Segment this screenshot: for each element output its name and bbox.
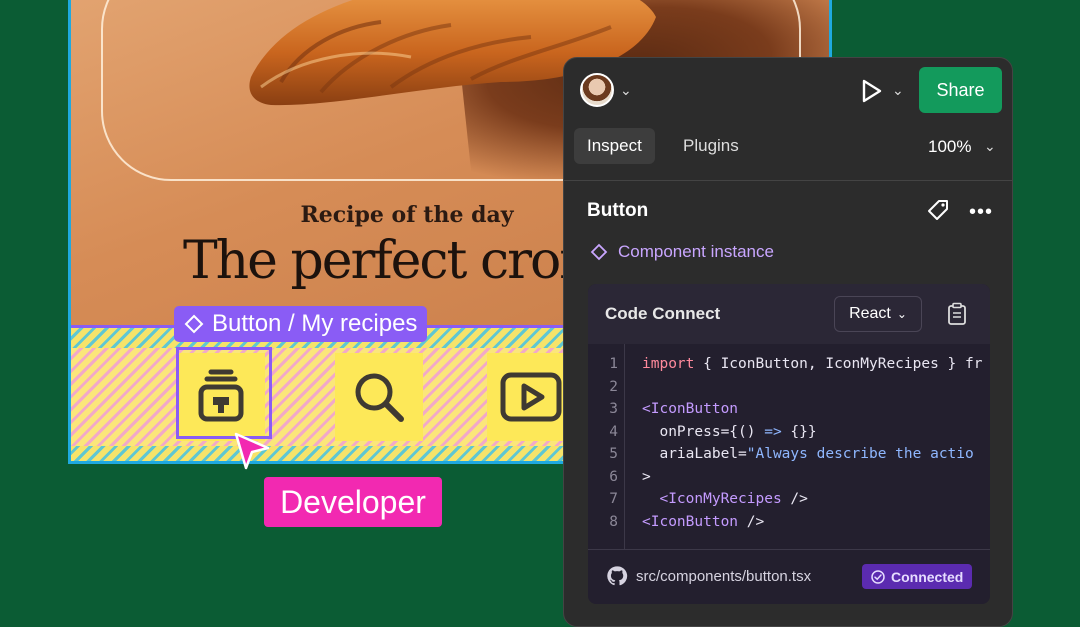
code-line: onPress={() => {}} xyxy=(642,423,817,440)
play-icon xyxy=(500,372,562,422)
line-number: 4 xyxy=(609,423,618,440)
search-button[interactable] xyxy=(335,353,423,441)
tab-inspect[interactable]: Inspect xyxy=(574,128,655,164)
source-file-path[interactable]: src/components/button.tsx xyxy=(636,568,811,585)
code-line: import { IconButton, IconMyRecipes } fr xyxy=(642,356,983,372)
line-number: 5 xyxy=(609,446,618,462)
github-icon xyxy=(607,566,628,586)
connected-status-text: Connected xyxy=(891,568,964,585)
collaborator-tag: Developer xyxy=(264,477,442,527)
framework-select-value: React xyxy=(849,305,891,322)
line-number: 1 xyxy=(609,356,618,372)
line-number: 8 xyxy=(609,513,618,530)
chevron-down-icon[interactable]: ⌄ xyxy=(620,82,632,99)
tag-icon[interactable] xyxy=(926,198,950,222)
code-line: ariaLabel="Always describe the actio xyxy=(642,446,974,462)
present-play-icon[interactable] xyxy=(856,76,886,106)
line-number: 7 xyxy=(609,491,618,507)
selected-element-title: Button xyxy=(587,200,649,221)
search-icon xyxy=(355,373,404,422)
selection-label-text: Button / My recipes xyxy=(212,310,418,337)
component-instance-label[interactable]: Component instance xyxy=(590,242,774,262)
avatar[interactable] xyxy=(580,73,614,107)
component-instance-icon xyxy=(590,243,608,261)
connected-status-badge: Connected xyxy=(862,564,973,589)
line-number: 3 xyxy=(609,401,618,417)
framework-select[interactable]: React ⌄ xyxy=(834,296,922,332)
code-connect-header: Code Connect React ⌄ xyxy=(588,284,990,344)
line-number: 2 xyxy=(609,378,618,395)
share-button[interactable]: Share xyxy=(919,67,1002,113)
code-line: <IconButton /> xyxy=(642,513,765,530)
component-instance-text: Component instance xyxy=(618,242,774,261)
more-options-icon[interactable]: ••• xyxy=(969,201,993,224)
present-chevron-icon[interactable]: ⌄ xyxy=(892,82,904,99)
component-diamond-icon xyxy=(184,314,204,334)
code-line: <IconButton xyxy=(642,401,739,417)
selection-label: Button / My recipes xyxy=(174,306,428,342)
code-line: > xyxy=(642,468,651,485)
code-line: <IconMyRecipes /> xyxy=(659,491,808,507)
video-button[interactable] xyxy=(487,353,575,441)
dev-mode-panel: ⌄ ⌄ Share Inspect Plugins 100% ⌄ Button … xyxy=(563,57,1013,627)
line-number: 6 xyxy=(609,468,618,485)
divider xyxy=(564,180,1012,181)
zoom-chevron-icon[interactable]: ⌄ xyxy=(984,138,996,155)
code-connect-footer: src/components/button.tsx Connected xyxy=(588,549,990,604)
developer-cursor-icon xyxy=(234,432,270,470)
panel-toolbar: ⌄ ⌄ Share xyxy=(564,58,1012,124)
zoom-level[interactable]: 100% xyxy=(928,137,971,157)
code-connect-card: Code Connect React ⌄ 1 import { IconButt… xyxy=(588,284,990,604)
copy-clipboard-icon[interactable] xyxy=(946,302,968,326)
framework-chevron-icon: ⌄ xyxy=(896,307,907,321)
code-connect-title: Code Connect xyxy=(605,304,721,323)
tab-plugins[interactable]: Plugins xyxy=(670,128,752,164)
check-circle-icon xyxy=(871,569,885,584)
selection-outline xyxy=(176,347,272,439)
code-snippet[interactable]: 1 import { IconButton, IconMyRecipes } f… xyxy=(588,344,990,549)
